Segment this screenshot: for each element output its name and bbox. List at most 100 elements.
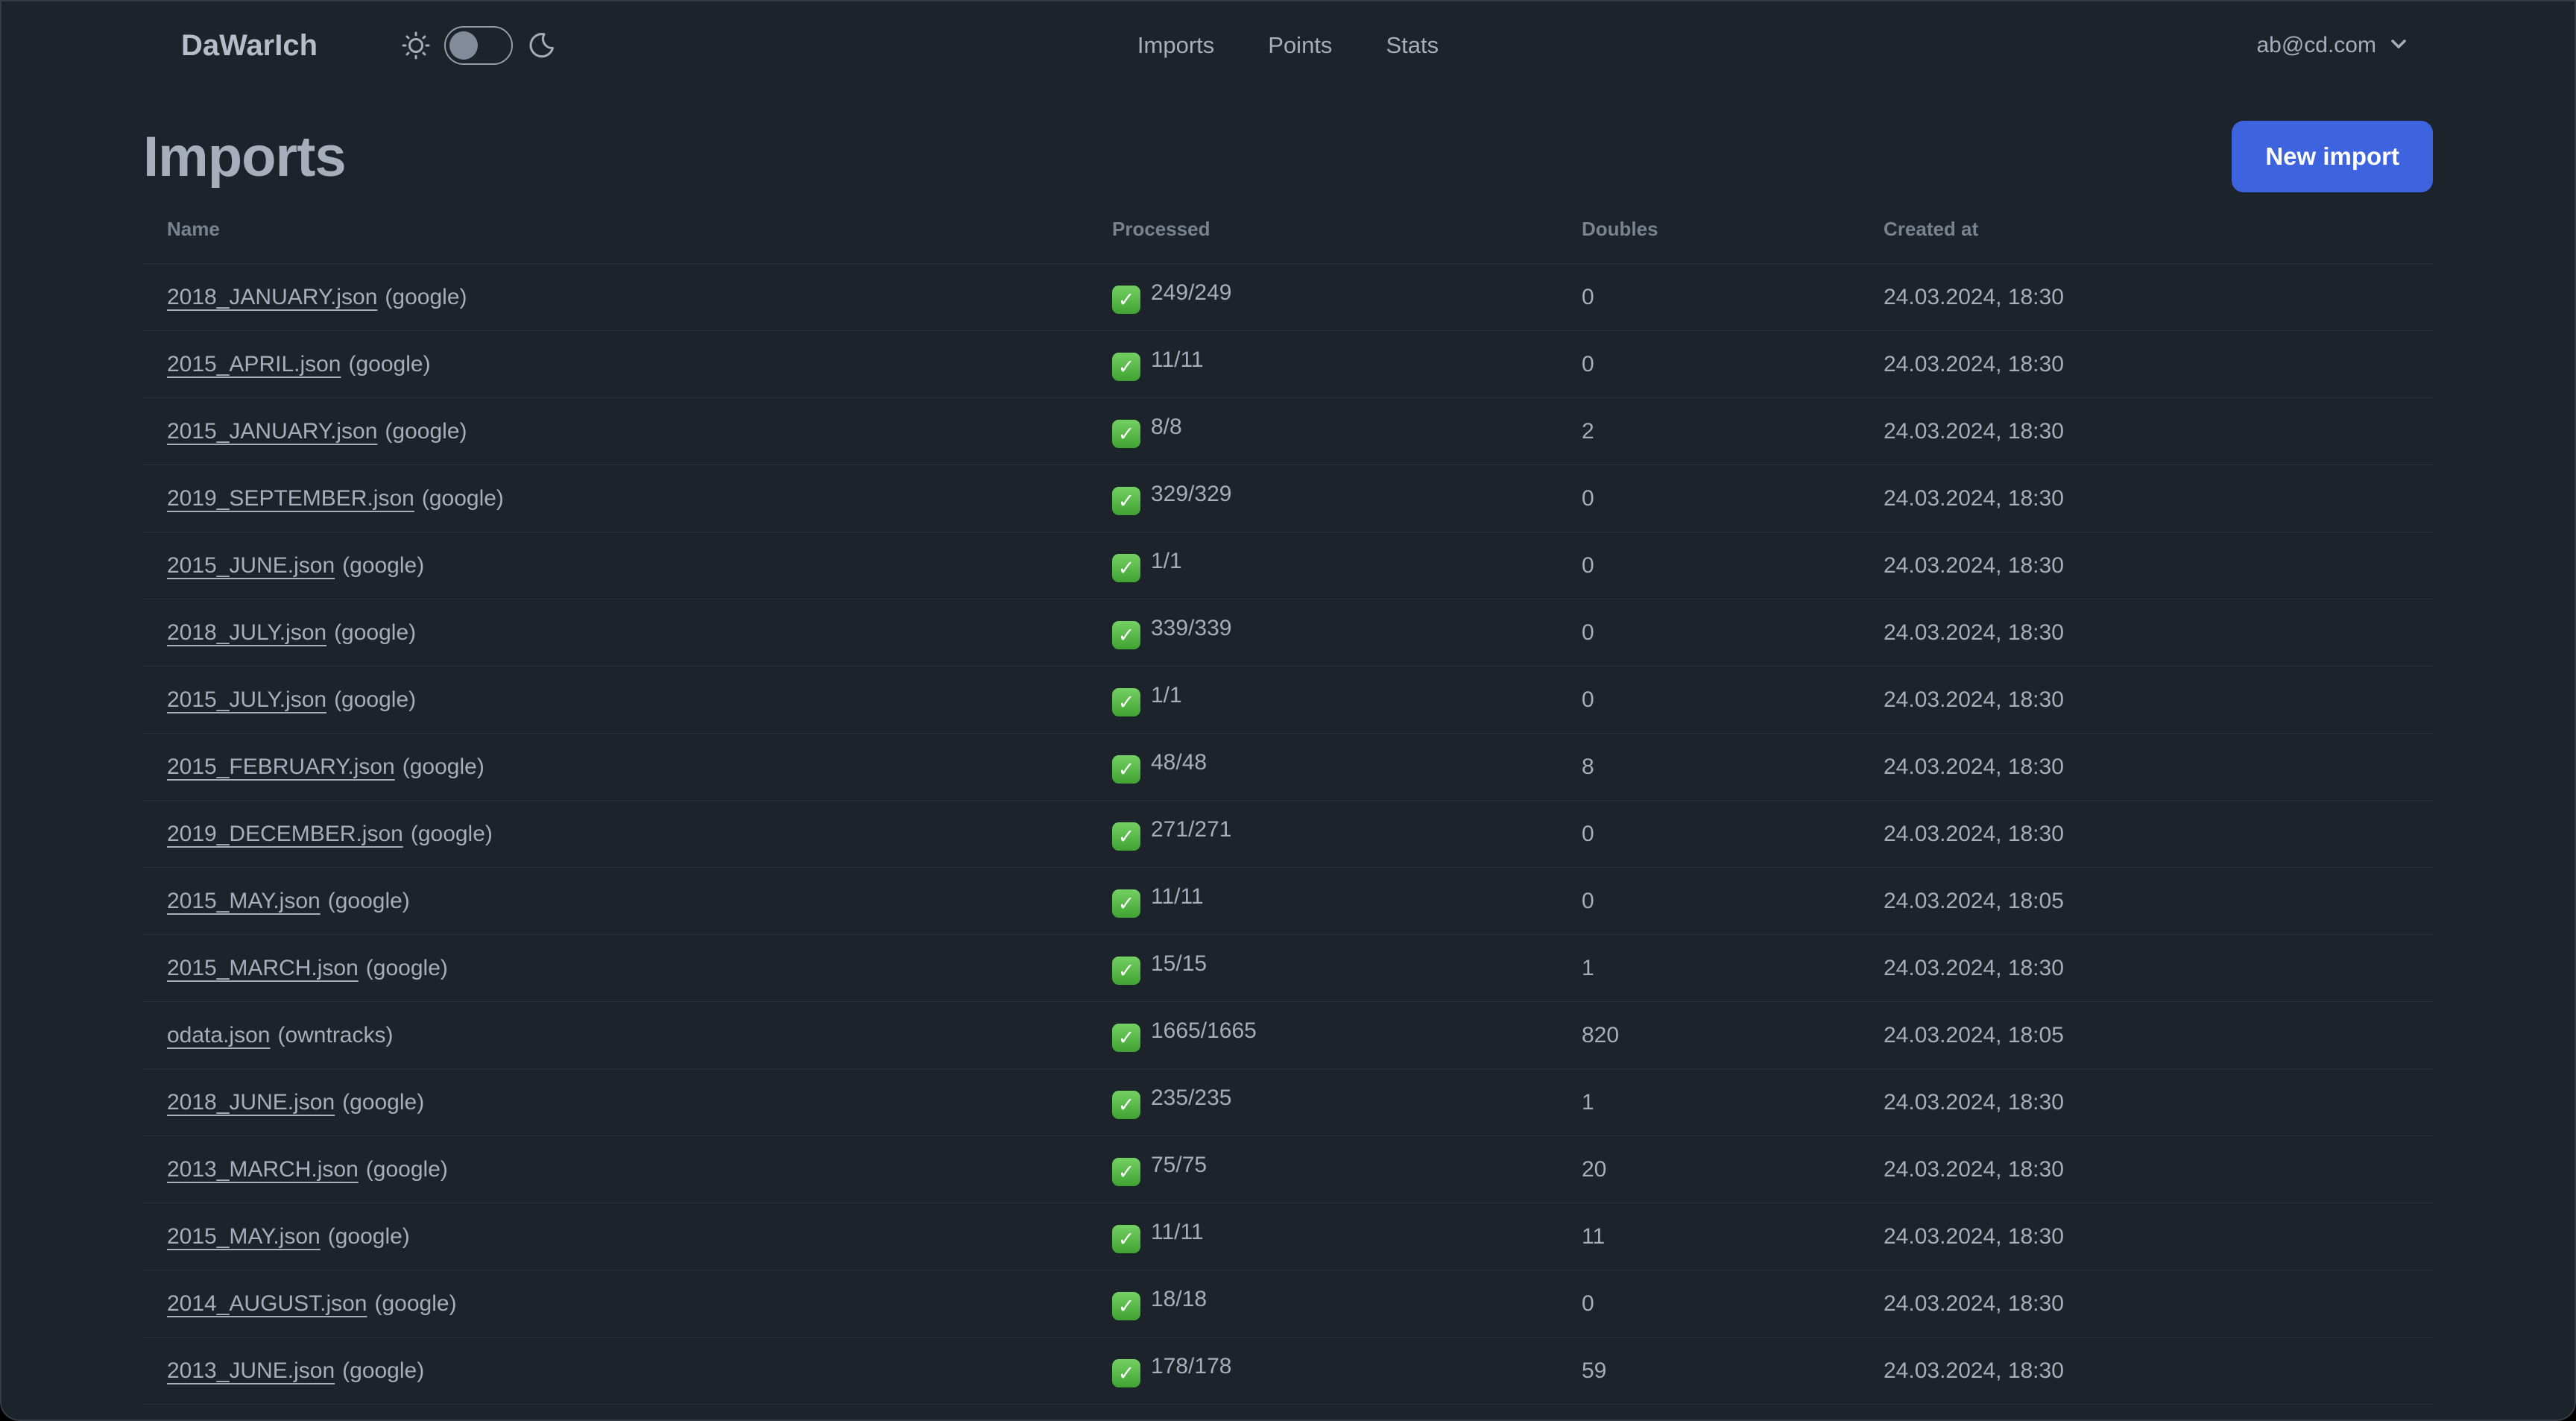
theme-toggle[interactable] <box>444 26 514 65</box>
processed-cell: ✓ 18/18 <box>1088 1270 1558 1337</box>
created-at: 24.03.2024, 18:30 <box>1884 620 2064 645</box>
name-cell: 2015_JANUARY.json (google) <box>143 398 1088 465</box>
import-source-label: (google) <box>334 687 417 712</box>
column-header-created-at: Created at <box>1884 218 1979 240</box>
doubles-count: 0 <box>1582 284 1594 309</box>
import-source-label: (google) <box>342 1358 425 1383</box>
import-file-link[interactable]: 2018_JUNE.json <box>167 1090 335 1115</box>
doubles-count: 0 <box>1582 1291 1594 1316</box>
table-row: 2015_MARCH.json (google) ✓ 15/15 1 24.03.2… <box>143 934 2433 1002</box>
import-file-link[interactable]: 2019_DECEMBER.json <box>167 822 403 846</box>
processed-cell: ✓ 11/11 <box>1088 1203 1558 1270</box>
processed-cell: ✓ <box>1088 1405 1558 1420</box>
column-header-name: Name <box>167 218 220 240</box>
processed-count: 11/11 <box>1151 1219 1204 1244</box>
table-row: 2018_JANUARY.json (google) ✓ 249/249 0 24.… <box>143 263 2433 331</box>
import-source-label: (google) <box>348 351 431 376</box>
import-file-link[interactable]: 2015_MARCH.json <box>167 956 359 980</box>
processed-count: 11/11 <box>1151 347 1204 372</box>
processed-count: 1/1 <box>1151 682 1182 708</box>
doubles-count: 0 <box>1582 620 1594 645</box>
processed-cell: ✓ 1/1 <box>1088 667 1558 734</box>
import-file-link[interactable]: 2013_JUNE.json <box>167 1358 335 1383</box>
doubles-count <box>1558 1405 1860 1420</box>
created-at: 24.03.2024, 18:30 <box>1884 1156 2064 1182</box>
created-at: 24.03.2024, 18:30 <box>1884 485 2064 511</box>
doubles-count: 2 <box>1582 418 1594 444</box>
table-row: 2015_FEBRUARY.json (google) ✓ 48/48 8 24.0… <box>143 733 2433 801</box>
doubles-count: 0 <box>1582 687 1594 712</box>
imports-table-header: Name Processed Doubles Created at <box>143 198 2433 264</box>
name-cell: 2015_FEBRUARY.json (google) <box>143 734 1088 801</box>
import-file-link[interactable]: 2015_APRIL.json <box>167 352 341 376</box>
processed-count: 48/48 <box>1151 749 1208 775</box>
table-row: 2019_DECEMBER.json (google) ✓ 271/271 0 24… <box>143 800 2433 868</box>
import-file-link[interactable]: 2015_MAY.json <box>167 889 321 913</box>
check-icon: ✓ <box>1112 1292 1140 1321</box>
created-at: 24.03.2024, 18:30 <box>1884 418 2064 444</box>
import-file-link[interactable]: 2015_JANUARY.json <box>167 419 377 444</box>
processed-cell: ✓ 75/75 <box>1088 1136 1558 1203</box>
user-email: ab@cd.com <box>2256 33 2376 57</box>
nav-link-points[interactable]: Points <box>1268 32 1332 59</box>
created-at: 24.03.2024, 18:30 <box>1884 1223 2064 1249</box>
app-logo[interactable]: DaWarIch <box>181 29 318 63</box>
import-file-link[interactable]: odata.json <box>167 1023 270 1047</box>
created-at: 24.03.2024, 18:30 <box>1884 821 2064 846</box>
table-row: 2015_JUNE.json (google) ✓ 1/1 0 24.03.2024… <box>143 532 2433 599</box>
import-file-link[interactable]: 2018_JULY.json <box>167 620 326 645</box>
table-row: 2015_JULY.json (google) ✓ 1/1 0 24.03.2024… <box>143 666 2433 734</box>
check-icon: ✓ <box>1112 889 1140 919</box>
table-row: odata.json (owntracks) ✓ 1665/1665 820 24.… <box>143 1001 2433 1069</box>
import-file-link[interactable]: 2014_AUGUST.json <box>167 1291 367 1316</box>
doubles-count: 11 <box>1582 1223 1606 1249</box>
import-file-link[interactable]: 2018_JANUARY.json <box>167 285 377 309</box>
check-icon: ✓ <box>1112 286 1140 315</box>
import-file-link[interactable]: 2015_JUNE.json <box>167 553 335 578</box>
import-source-label: (google) <box>421 485 504 511</box>
check-icon: ✓ <box>1112 1024 1140 1053</box>
check-icon: ✓ <box>1112 688 1140 717</box>
processed-count: 329/329 <box>1151 481 1232 506</box>
table-row: 2019_SEPTEMBER.json (google) ✓ 329/329 0 2… <box>143 464 2433 532</box>
table-row: ✓ <box>143 1404 2433 1420</box>
user-menu[interactable]: ab@cd.com <box>2256 33 2409 58</box>
check-icon: ✓ <box>1112 957 1140 986</box>
table-row: 2014_AUGUST.json (google) ✓ 18/18 0 24.03.… <box>143 1270 2433 1337</box>
processed-cell: ✓ 1665/1665 <box>1088 1002 1558 1069</box>
processed-count: 75/75 <box>1151 1152 1208 1177</box>
check-icon: ✓ <box>1112 1359 1140 1388</box>
name-cell: 2015_MAY.json (google) <box>143 868 1088 935</box>
import-source-label: (google) <box>342 1089 425 1115</box>
nav-link-imports[interactable]: Imports <box>1137 32 1214 59</box>
name-cell: 2018_JULY.json (google) <box>143 599 1088 667</box>
created-at: 24.03.2024, 18:30 <box>1884 1291 2064 1316</box>
doubles-count: 0 <box>1582 888 1594 913</box>
doubles-count: 0 <box>1582 552 1594 578</box>
name-cell: 2013_JUNE.json (google) <box>143 1337 1088 1405</box>
name-cell: 2018_JUNE.json (google) <box>143 1069 1088 1136</box>
import-file-link[interactable]: 2015_MAY.json <box>167 1224 321 1249</box>
navbar: DaWarIch Imports Points Stats ab@cd.com <box>1 1 2575 89</box>
theme-toggle-knob <box>449 31 479 60</box>
import-file-link[interactable]: 2015_JULY.json <box>167 687 326 712</box>
name-cell: 2019_SEPTEMBER.json (google) <box>143 465 1088 532</box>
import-file-link[interactable]: 2013_MARCH.json <box>167 1157 359 1182</box>
moon-icon <box>526 31 556 60</box>
page-header: Imports New import <box>143 121 2433 192</box>
nav-link-stats[interactable]: Stats <box>1386 32 1439 59</box>
processed-count: 339/339 <box>1151 615 1232 640</box>
doubles-count: 59 <box>1582 1358 1607 1383</box>
processed-count: 15/15 <box>1151 951 1208 976</box>
processed-count: 1665/1665 <box>1151 1018 1257 1043</box>
doubles-count: 0 <box>1582 485 1594 511</box>
created-at: 24.03.2024, 18:30 <box>1884 552 2064 578</box>
import-file-link[interactable]: 2015_FEBRUARY.json <box>167 754 395 779</box>
table-row: 2015_JANUARY.json (google) ✓ 8/8 2 24.03.2… <box>143 397 2433 465</box>
import-file-link[interactable]: 2019_SEPTEMBER.json <box>167 486 414 511</box>
name-cell: 2015_MAY.json (google) <box>143 1203 1088 1270</box>
processed-cell: ✓ 11/11 <box>1088 331 1558 398</box>
sun-icon <box>401 31 431 60</box>
new-import-button[interactable]: New import <box>2232 121 2433 192</box>
check-icon: ✓ <box>1112 487 1140 516</box>
